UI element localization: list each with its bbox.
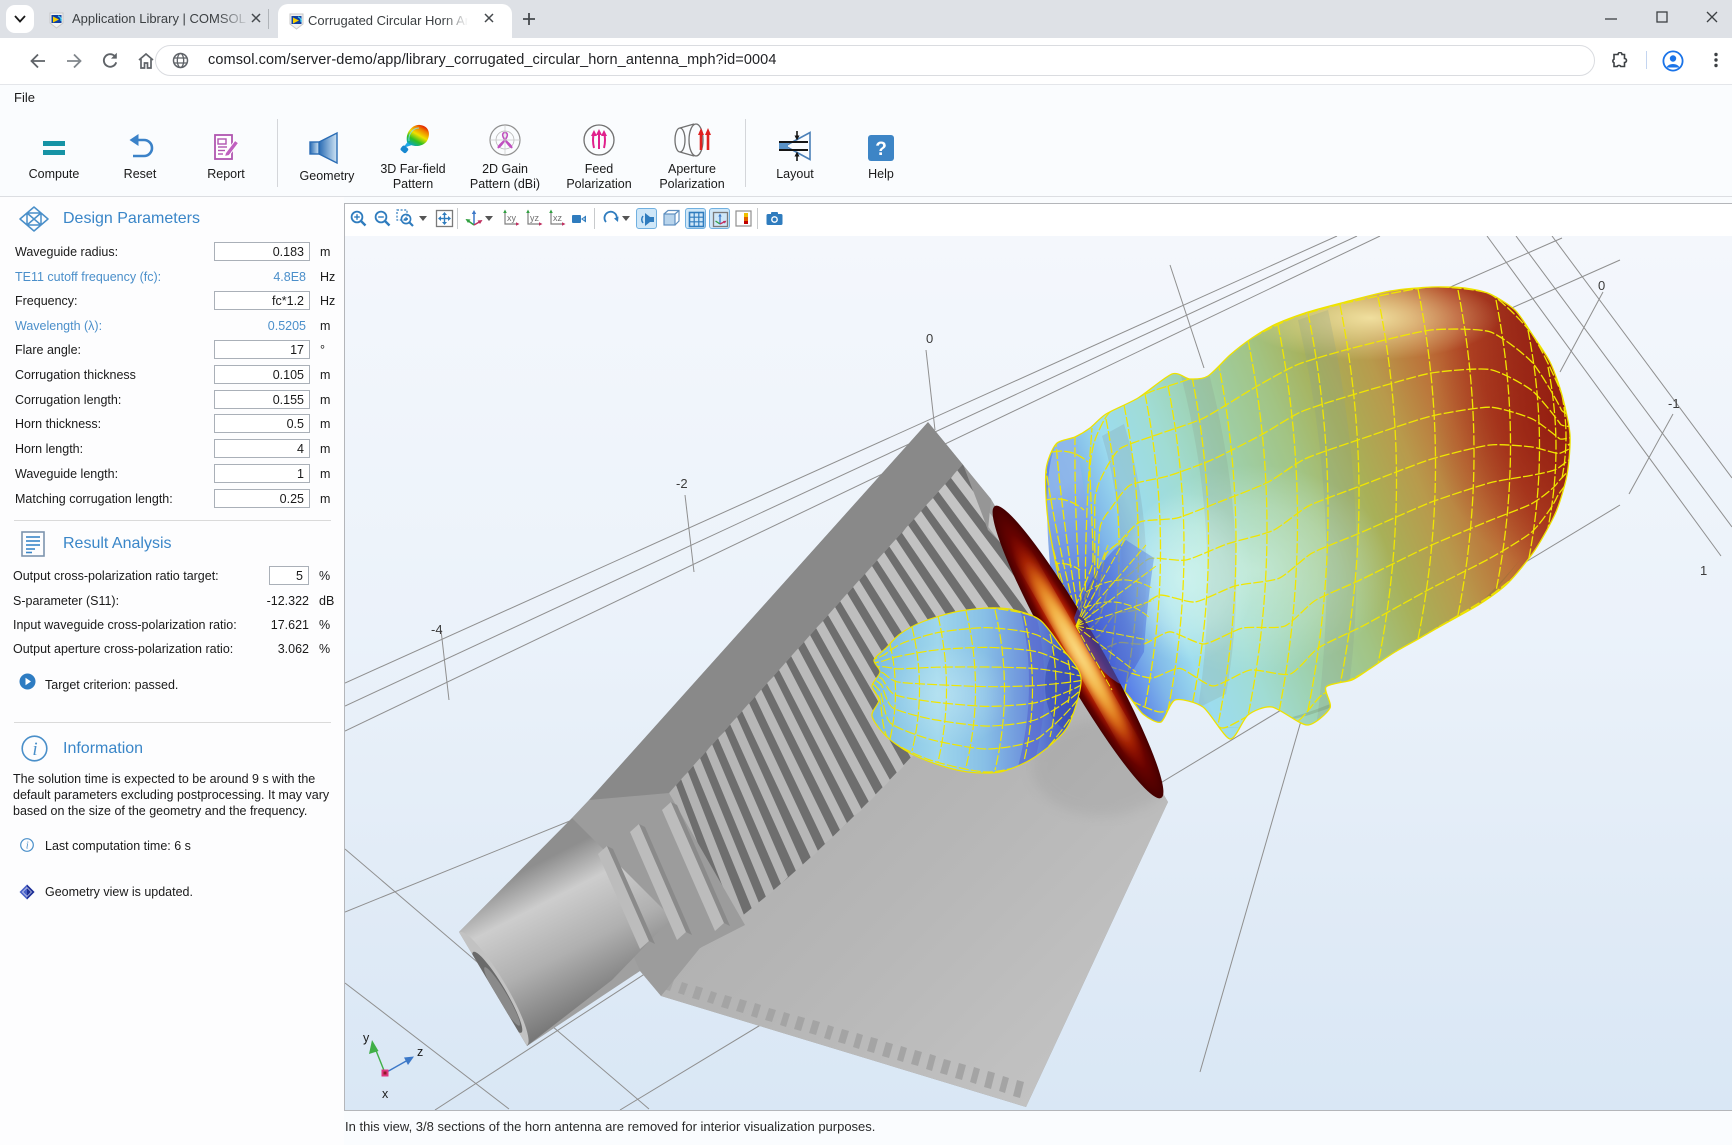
- svg-text:y: y: [363, 1031, 370, 1045]
- svg-text:1: 1: [1700, 563, 1707, 578]
- svg-text:-1: -1: [1668, 396, 1680, 411]
- svg-text:xy: xy: [507, 213, 517, 223]
- svg-text:0: 0: [1598, 278, 1605, 293]
- svg-text:x: x: [382, 1087, 389, 1101]
- svg-text:yz: yz: [530, 213, 540, 223]
- svg-text:xz: xz: [553, 213, 563, 223]
- svg-text:i: i: [26, 841, 29, 852]
- svg-text:-4: -4: [431, 622, 443, 637]
- svg-text:z: z: [417, 1045, 423, 1059]
- svg-text:?: ?: [875, 139, 887, 160]
- svg-text:0: 0: [926, 331, 933, 346]
- svg-text:i: i: [32, 739, 37, 760]
- svg-text:-2: -2: [676, 476, 688, 491]
